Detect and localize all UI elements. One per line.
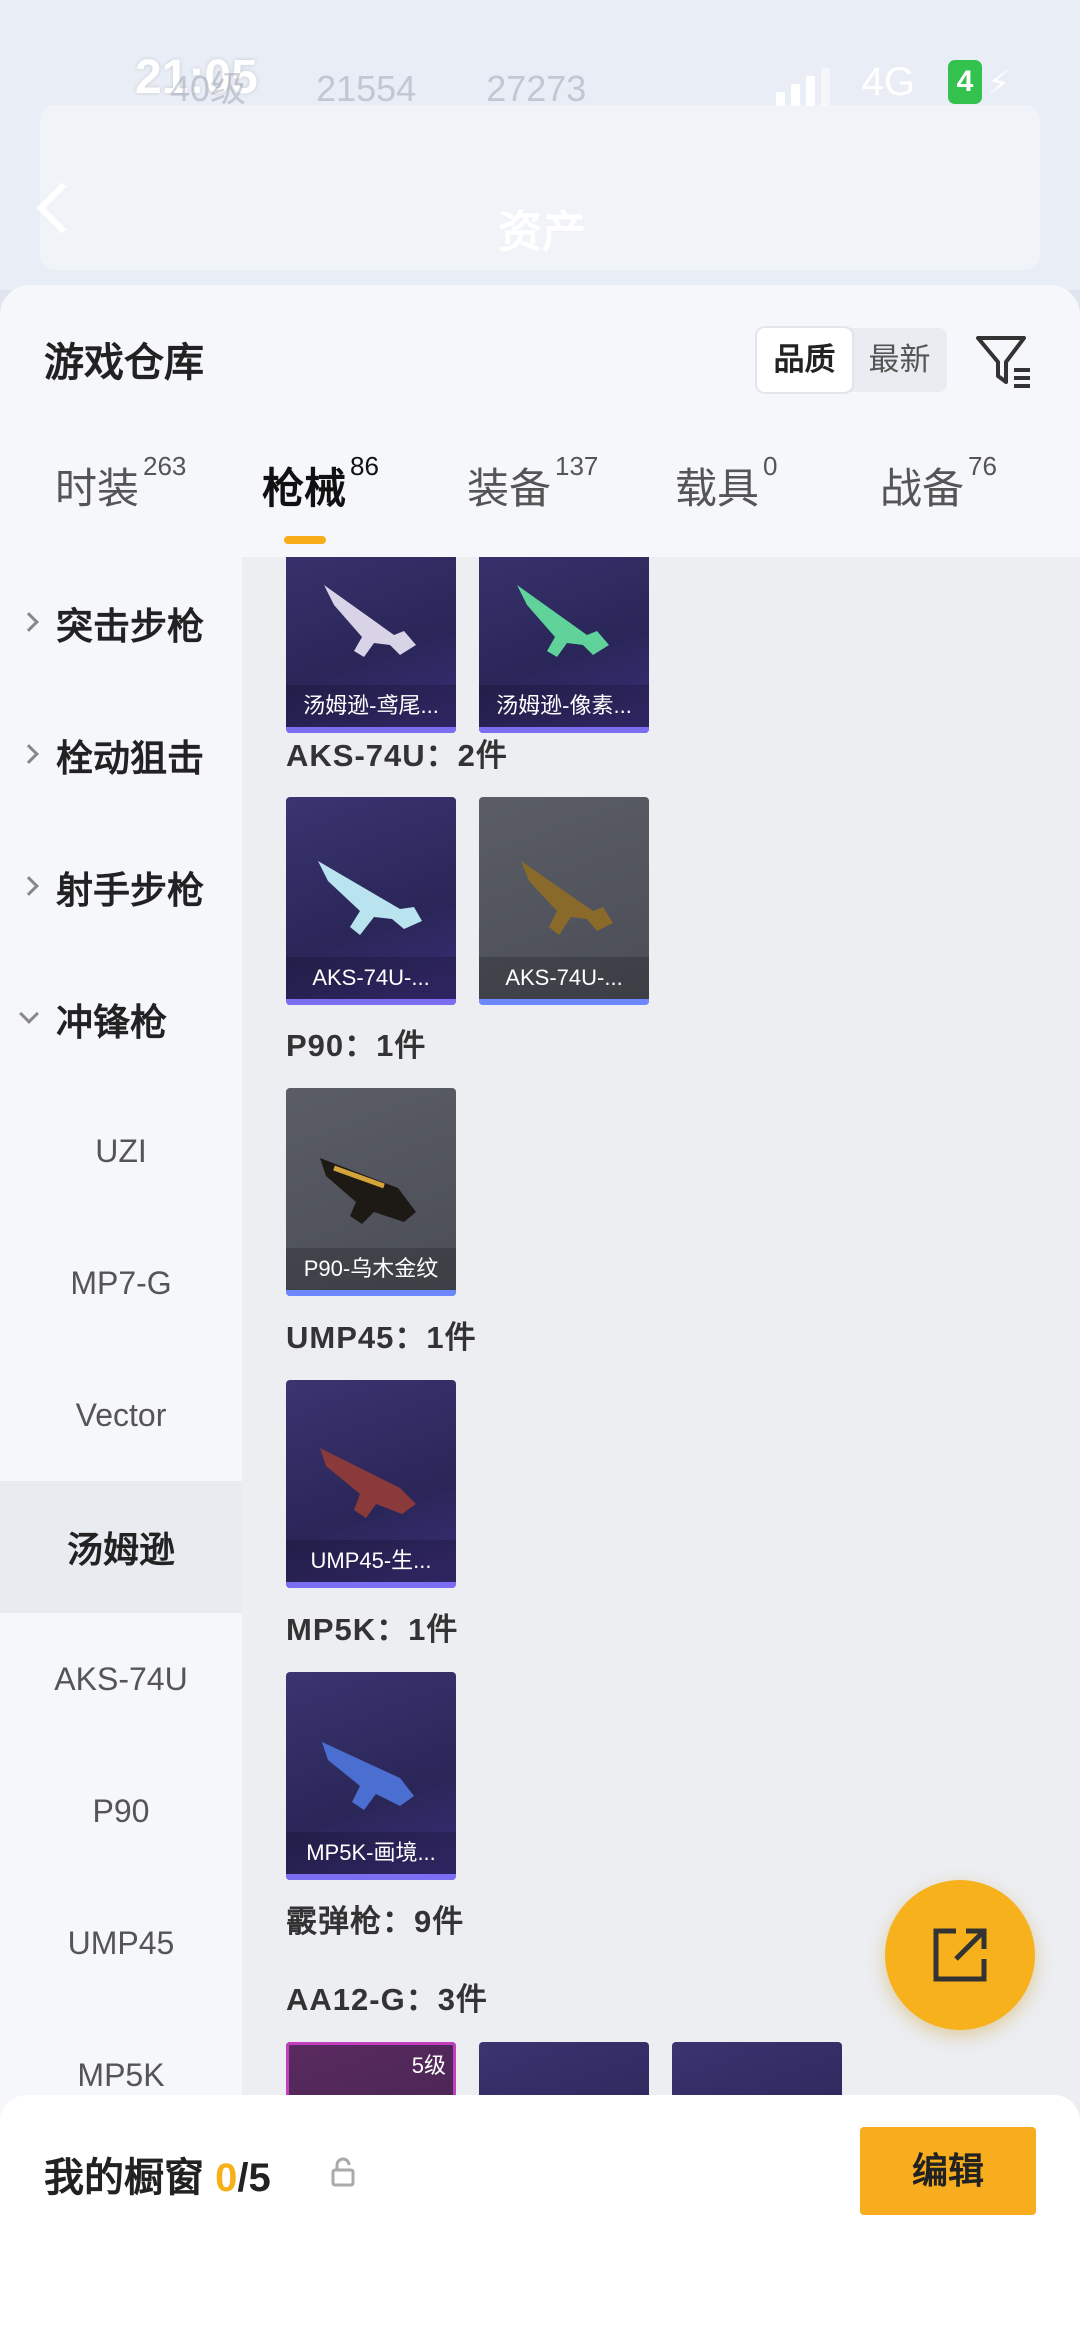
sidebar-item-uzi[interactable]: UZI [0,1085,242,1217]
chevron-down-icon [19,1004,39,1024]
chevron-right-icon [19,744,39,764]
tab-count: 137 [555,451,599,481]
sidebar-item-label: 突击步枪 [56,606,204,647]
tab-label: 装备 [467,465,552,512]
sidebar-item-bolt-sniper[interactable]: 栓动狙击 [0,689,242,821]
sheet-title: 游戏仓库 [44,341,204,385]
tab-count: 263 [143,451,187,481]
tab-firearms[interactable]: 枪械 86 [262,451,379,516]
smg-icon [320,1448,416,1518]
weapon-card[interactable]: AKS-74U-... [479,797,649,1005]
smg-icon [320,1158,416,1224]
filter-icon[interactable] [972,330,1036,394]
showcase-count-current: 0 [215,2156,238,2200]
weapon-card-name: MP5K-画境... [286,1832,456,1874]
weapon-sidebar: 突击步枪 栓动狙击 射手步枪 冲锋枪 UZI MP7-G Vector 汤姆逊 … [0,557,242,2341]
group-label: AA12-G：3件 [286,1982,488,2017]
category-tabs: 时装 263 枪械 86 装备 137 载具 0 战备 76 [0,451,1080,550]
sort-latest-button[interactable]: 最新 [852,328,947,392]
weapon-card-name: UMP45-生... [286,1540,456,1582]
rifle-icon [521,861,613,935]
sidebar-item-label: 射手步枪 [56,870,204,911]
sidebar-item-assault-rifle[interactable]: 突击步枪 [0,557,242,689]
rifle-icon [318,861,422,935]
background-coins: 21554 [316,68,417,109]
smg-icon [322,1742,414,1810]
showcase-label: 我的橱窗 [44,2156,204,2200]
background-points: 27273 [486,68,587,109]
showcase-title: 我的橱窗 0/5 [44,2145,271,2203]
rarity-stripe [286,1874,456,1880]
weapon-card[interactable]: P90-乌木金纹 [286,1088,456,1296]
sidebar-item-thompson[interactable]: 汤姆逊 [0,1481,242,1613]
weapon-card[interactable]: 汤姆逊-鸢尾... [286,557,456,733]
sidebar-item-p90[interactable]: P90 [0,1745,242,1877]
weapon-card-name: 汤姆逊-鸢尾... [286,685,456,727]
sidebar-item-label: 栓动狙击 [56,738,204,779]
rarity-stripe [479,999,649,1005]
battery-icon: 4 [948,60,982,104]
share-button[interactable] [885,1880,1035,2030]
tab-supplies[interactable]: 战备 76 [880,451,997,516]
active-tab-indicator [284,536,326,544]
group-label: P90：1件 [286,1028,427,1063]
weapon-card[interactable]: 汤姆逊-像素... [479,557,649,733]
charging-icon: ⚡ [987,65,1010,101]
sidebar-item-vector[interactable]: Vector [0,1349,242,1481]
chevron-right-icon [19,876,39,896]
lock-icon [331,2157,355,2187]
chevron-right-icon [19,612,39,632]
warehouse-sheet: 游戏仓库 品质 最新 时装 263 枪械 86 装备 137 载具 0 战备 76 突击步… [0,285,1080,2341]
tab-vehicles[interactable]: 载具 0 [675,451,777,516]
sidebar-item-marksman-rifle[interactable]: 射手步枪 [0,821,242,953]
weapon-card-name: P90-乌木金纹 [286,1248,456,1290]
tab-label: 时装 [55,465,140,512]
weapon-list: 汤姆逊-鸢尾... 汤姆逊-像素... AKS-74U：2件 AKS-74U-.… [242,557,1080,2341]
weapon-card[interactable]: AKS-74U-... [286,797,456,1005]
background-level: 40级 [170,68,247,109]
weapon-card[interactable]: MP5K-画境... [286,1672,456,1880]
showcase-bar: 我的橱窗 0/5 编辑 [0,2095,1080,2341]
sidebar-item-mp7g[interactable]: MP7-G [0,1217,242,1349]
network-label: 4G [861,60,915,104]
rarity-stripe [286,999,456,1005]
group-label-shotgun: 霰弹枪：9件 [286,1904,465,1939]
tab-label: 战备 [880,465,965,512]
background-title: 资产 [498,208,586,257]
tab-fashion[interactable]: 时装 263 [55,451,186,516]
rifle-icon [324,585,416,657]
rarity-stripe [286,1290,456,1296]
tab-label: 枪械 [262,465,347,512]
tab-count: 76 [968,451,997,481]
background-header: 21:05 40级 21554 27273 4G 4 ⚡ 资产 [0,0,1080,290]
rifle-icon [517,585,609,657]
tab-count: 0 [763,451,778,481]
tab-label: 载具 [675,465,760,512]
weapon-card[interactable]: UMP45-生... [286,1380,456,1588]
sidebar-item-label: 冲锋枪 [56,1002,167,1043]
tab-count: 86 [350,451,379,481]
sort-quality-button[interactable]: 品质 [757,328,852,392]
weapon-card-name: 汤姆逊-像素... [479,685,649,727]
group-label: UMP45：1件 [286,1320,477,1355]
showcase-count-total: /5 [237,2156,271,2200]
tab-equipment[interactable]: 装备 137 [467,451,598,516]
level-badge: 5级 [411,2053,446,2078]
group-label: AKS-74U：2件 [286,738,508,773]
weapon-card-name: AKS-74U-... [479,957,649,999]
sort-toggle: 品质 最新 [757,328,947,392]
weapon-card-name: AKS-74U-... [286,957,456,999]
rarity-stripe [286,1582,456,1588]
group-label: MP5K：1件 [286,1612,459,1647]
edit-button[interactable]: 编辑 [860,2127,1036,2215]
sidebar-item-smg[interactable]: 冲锋枪 [0,953,242,1085]
sidebar-item-aks74u[interactable]: AKS-74U [0,1613,242,1745]
signal-icon [776,68,830,106]
share-icon [933,1928,987,1982]
sidebar-item-ump45[interactable]: UMP45 [0,1877,242,2009]
